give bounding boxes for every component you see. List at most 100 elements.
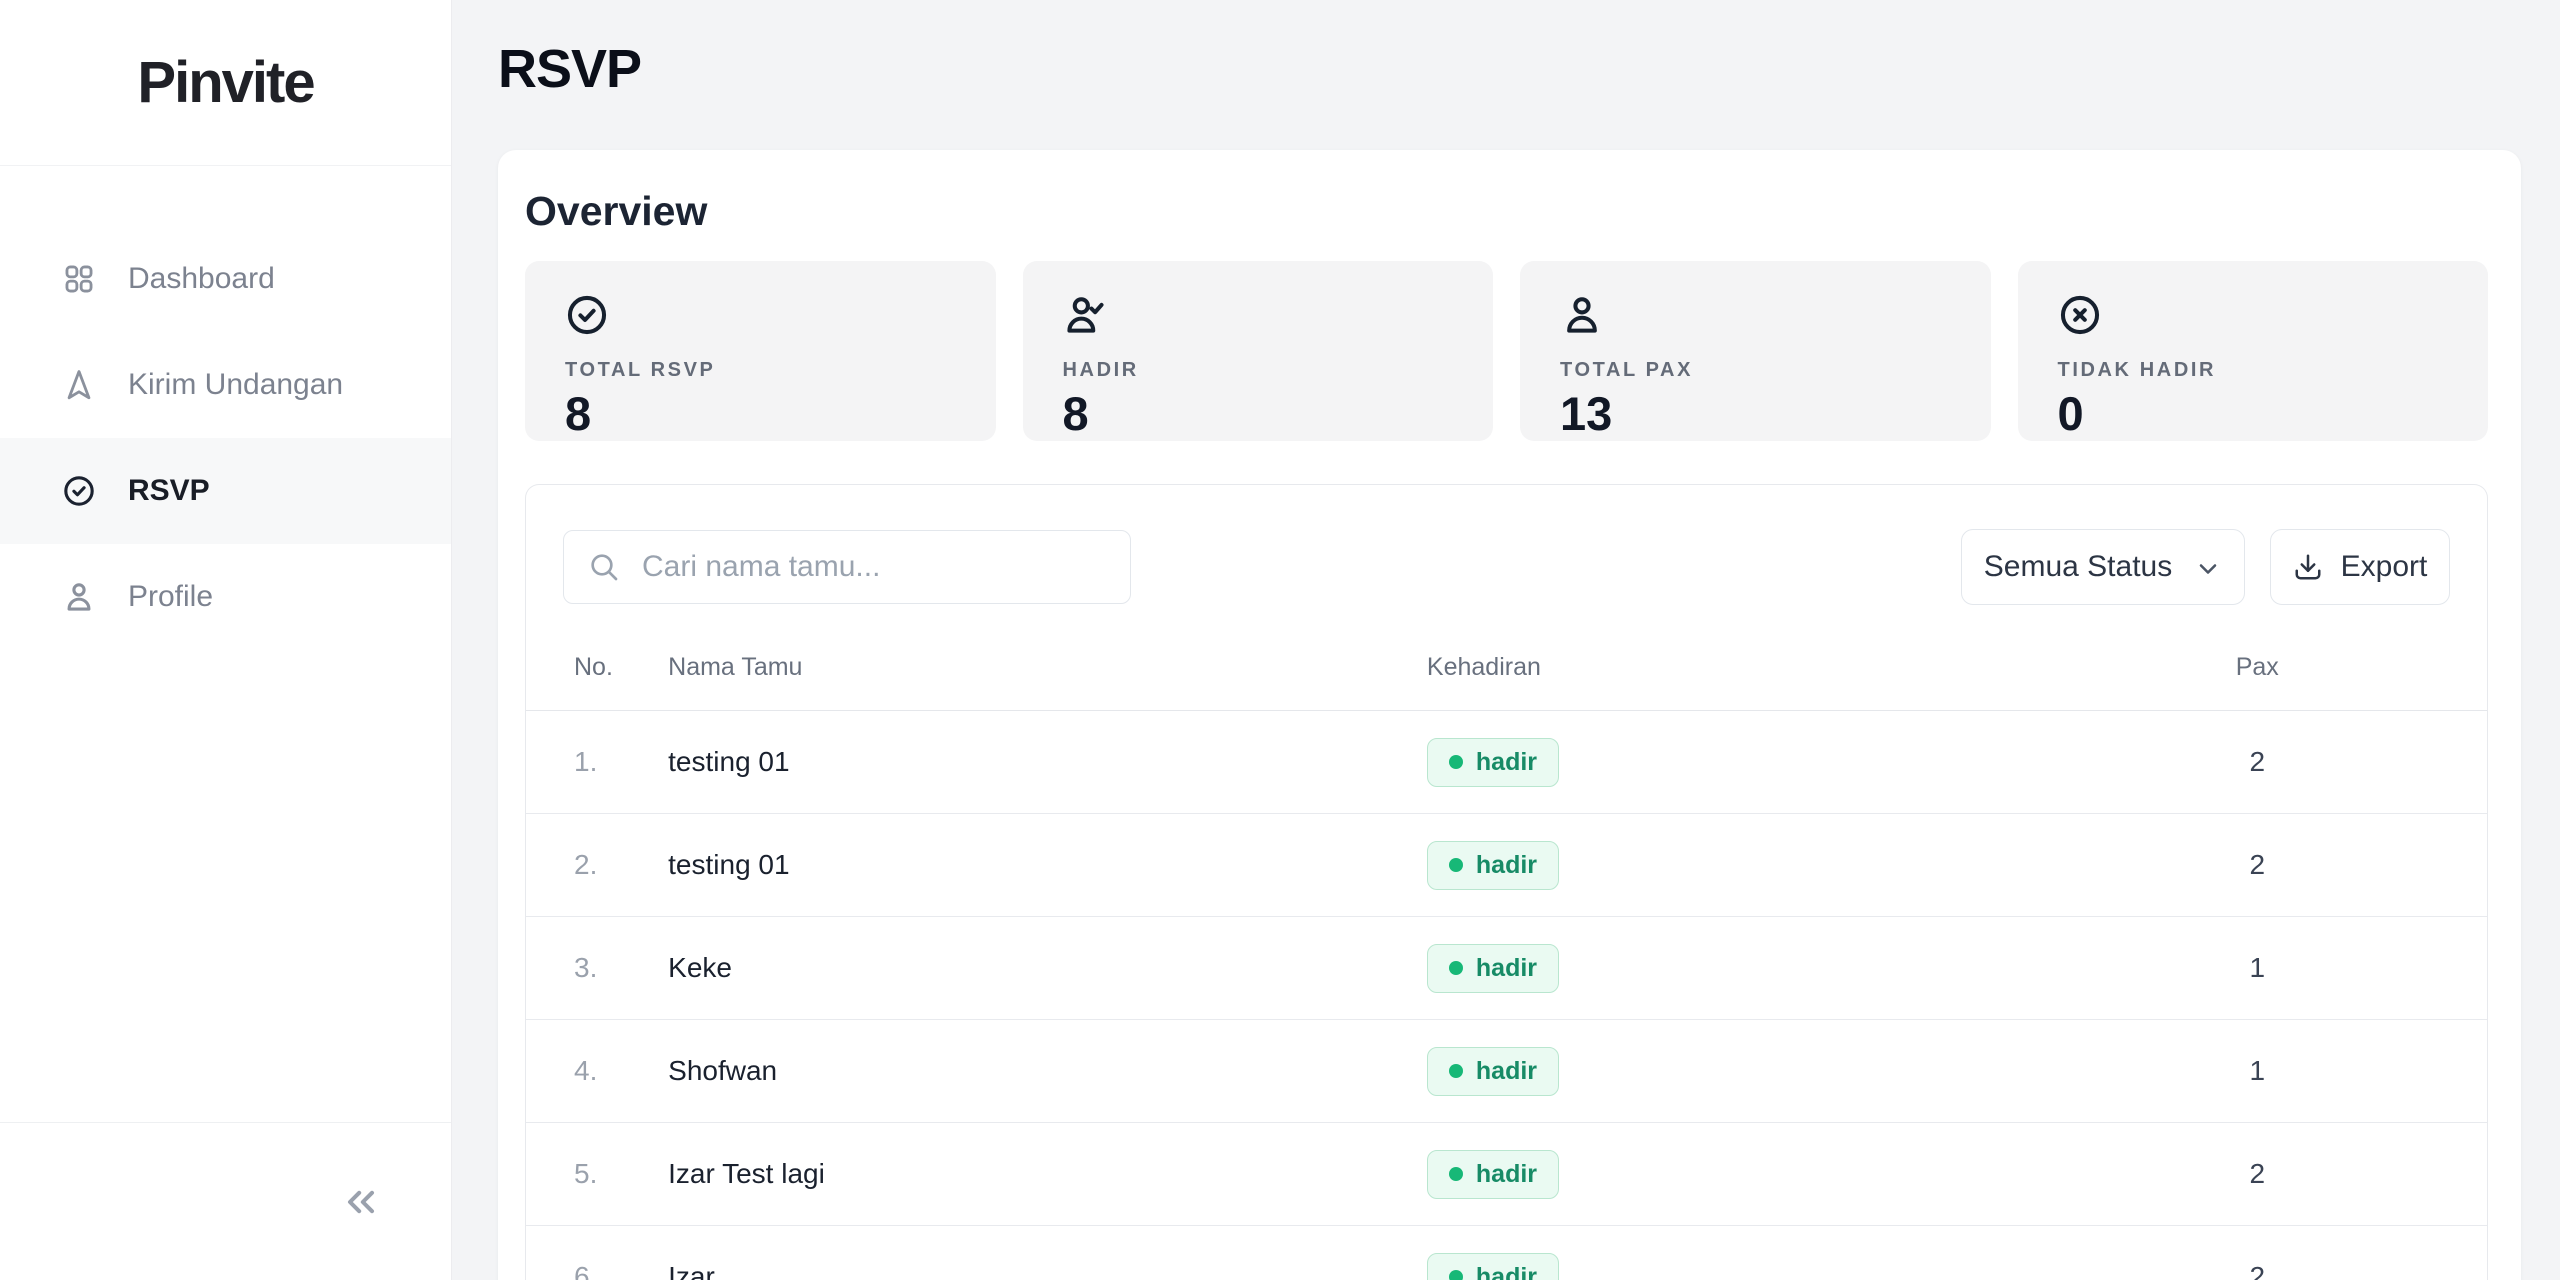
stat-label: HADIR xyxy=(1063,359,1494,382)
guest-table: No. Nama Tamu Kehadiran Pax 1. testing 0… xyxy=(526,643,2487,1280)
status-filter-value: Semua Status xyxy=(1984,550,2172,584)
status-badge-label: hadir xyxy=(1476,1160,1537,1189)
status-badge: hadir xyxy=(1427,1253,1559,1280)
pax-cell: 2 xyxy=(2028,1123,2487,1226)
stat-label: TOTAL PAX xyxy=(1560,359,1991,382)
row-number-cell: 1. xyxy=(526,711,668,814)
stat-card-total-rsvp: TOTAL RSVP 8 xyxy=(525,261,996,441)
status-badge: hadir xyxy=(1427,841,1559,890)
circle-x-icon xyxy=(2058,293,2102,337)
column-header-pax: Pax xyxy=(2028,643,2487,711)
sidebar-item-label: RSVP xyxy=(128,474,210,508)
chevron-down-icon xyxy=(2194,555,2222,583)
guest-search xyxy=(563,530,1131,604)
send-icon xyxy=(62,368,96,402)
column-header-nama-tamu: Nama Tamu xyxy=(668,643,1427,711)
sidebar-item-label: Dashboard xyxy=(128,262,275,296)
sidebar-nav: Dashboard Kirim Undangan RSVP Profile xyxy=(0,226,451,650)
table-row: 4. Shofwan hadir 1 xyxy=(526,1020,2487,1123)
status-badge: hadir xyxy=(1427,1047,1559,1096)
stat-value: 0 xyxy=(2058,386,2489,441)
sidebar: Pinvite Dashboard Kirim Undangan RSVP Pr… xyxy=(0,0,452,1280)
circle-check-icon xyxy=(565,293,609,337)
status-dot-icon xyxy=(1449,1167,1463,1181)
logo-text: Pinvite xyxy=(137,49,313,116)
user-check-icon xyxy=(1063,293,1107,337)
pax-cell: 2 xyxy=(2028,814,2487,917)
page-title: RSVP xyxy=(498,38,2521,100)
user-icon xyxy=(62,580,96,614)
table-row: 5. Izar Test lagi hadir 2 xyxy=(526,1123,2487,1226)
status-badge-label: hadir xyxy=(1476,1057,1537,1086)
row-number-cell: 5. xyxy=(526,1123,668,1226)
sidebar-item-dashboard[interactable]: Dashboard xyxy=(0,226,451,332)
pax-cell: 2 xyxy=(2028,711,2487,814)
export-button[interactable]: Export xyxy=(2270,529,2450,605)
row-number-cell: 4. xyxy=(526,1020,668,1123)
table-row: 3. Keke hadir 1 xyxy=(526,917,2487,1020)
pax-cell: 1 xyxy=(2028,1020,2487,1123)
pax-cell: 2 xyxy=(2028,1226,2487,1280)
sidebar-item-profile[interactable]: Profile xyxy=(0,544,451,650)
guest-name-cell: Izar xyxy=(668,1226,1427,1280)
stat-label: TOTAL RSVP xyxy=(565,359,996,382)
stat-label: TIDAK HADIR xyxy=(2058,359,2489,382)
status-badge: hadir xyxy=(1427,738,1559,787)
guest-table-card: Semua Status Export No. xyxy=(525,484,2488,1280)
stat-value: 8 xyxy=(565,386,996,441)
grid-icon xyxy=(62,262,96,296)
user-icon xyxy=(1560,293,1604,337)
column-header-no: No. xyxy=(526,643,668,711)
stat-card-hadir: HADIR 8 xyxy=(1023,261,1494,441)
overview-card: Overview TOTAL RSVP 8 HADIR 8 TOTAL PAX … xyxy=(498,150,2521,1280)
pax-cell: 1 xyxy=(2028,917,2487,1020)
sidebar-item-label: Profile xyxy=(128,580,213,614)
stat-card-tidak-hadir: TIDAK HADIR 0 xyxy=(2018,261,2489,441)
chevrons-left-icon xyxy=(339,1180,383,1224)
status-dot-icon xyxy=(1449,1064,1463,1078)
status-dot-icon xyxy=(1449,858,1463,872)
main-content: RSVP Overview TOTAL RSVP 8 HADIR 8 TOTAL… xyxy=(452,0,2560,1280)
sidebar-item-rsvp[interactable]: RSVP xyxy=(0,438,451,544)
sidebar-item-kirim-undangan[interactable]: Kirim Undangan xyxy=(0,332,451,438)
status-dot-icon xyxy=(1449,755,1463,769)
status-filter-dropdown[interactable]: Semua Status xyxy=(1961,529,2245,605)
row-number-cell: 3. xyxy=(526,917,668,1020)
status-badge: hadir xyxy=(1427,944,1559,993)
download-icon xyxy=(2293,552,2323,582)
stat-value: 8 xyxy=(1063,386,1494,441)
circle-check-icon xyxy=(62,474,96,508)
stat-card-total-pax: TOTAL PAX 13 xyxy=(1520,261,1991,441)
table-toolbar: Semua Status Export xyxy=(526,485,2487,605)
app-root: Pinvite Dashboard Kirim Undangan RSVP Pr… xyxy=(0,0,2560,1280)
table-row: 2. testing 01 hadir 2 xyxy=(526,814,2487,917)
guest-name-cell: Izar Test lagi xyxy=(668,1123,1427,1226)
toolbar-actions: Semua Status Export xyxy=(1961,529,2450,605)
sidebar-footer xyxy=(0,1122,451,1280)
search-input[interactable] xyxy=(642,550,1106,584)
status-badge-label: hadir xyxy=(1476,851,1537,880)
status-dot-icon xyxy=(1449,1270,1463,1280)
stat-value: 13 xyxy=(1560,386,1991,441)
status-badge-label: hadir xyxy=(1476,1263,1537,1280)
export-button-label: Export xyxy=(2341,550,2428,584)
sidebar-collapse-button[interactable] xyxy=(333,1174,389,1230)
row-number-cell: 2. xyxy=(526,814,668,917)
guest-name-cell: testing 01 xyxy=(668,814,1427,917)
guest-name-cell: Shofwan xyxy=(668,1020,1427,1123)
status-badge: hadir xyxy=(1427,1150,1559,1199)
row-number-cell: 6. xyxy=(526,1226,668,1280)
logo: Pinvite xyxy=(0,0,451,166)
overview-heading: Overview xyxy=(525,188,2488,235)
guest-name-cell: Keke xyxy=(668,917,1427,1020)
status-badge-label: hadir xyxy=(1476,954,1537,983)
table-header-row: No. Nama Tamu Kehadiran Pax xyxy=(526,643,2487,711)
status-dot-icon xyxy=(1449,961,1463,975)
sidebar-item-label: Kirim Undangan xyxy=(128,368,343,402)
column-header-kehadiran: Kehadiran xyxy=(1427,643,2028,711)
status-badge-label: hadir xyxy=(1476,748,1537,777)
table-row: 6. Izar hadir 2 xyxy=(526,1226,2487,1280)
table-row: 1. testing 01 hadir 2 xyxy=(526,711,2487,814)
stats-row: TOTAL RSVP 8 HADIR 8 TOTAL PAX 13 TIDAK … xyxy=(525,261,2488,441)
search-icon xyxy=(588,551,620,583)
